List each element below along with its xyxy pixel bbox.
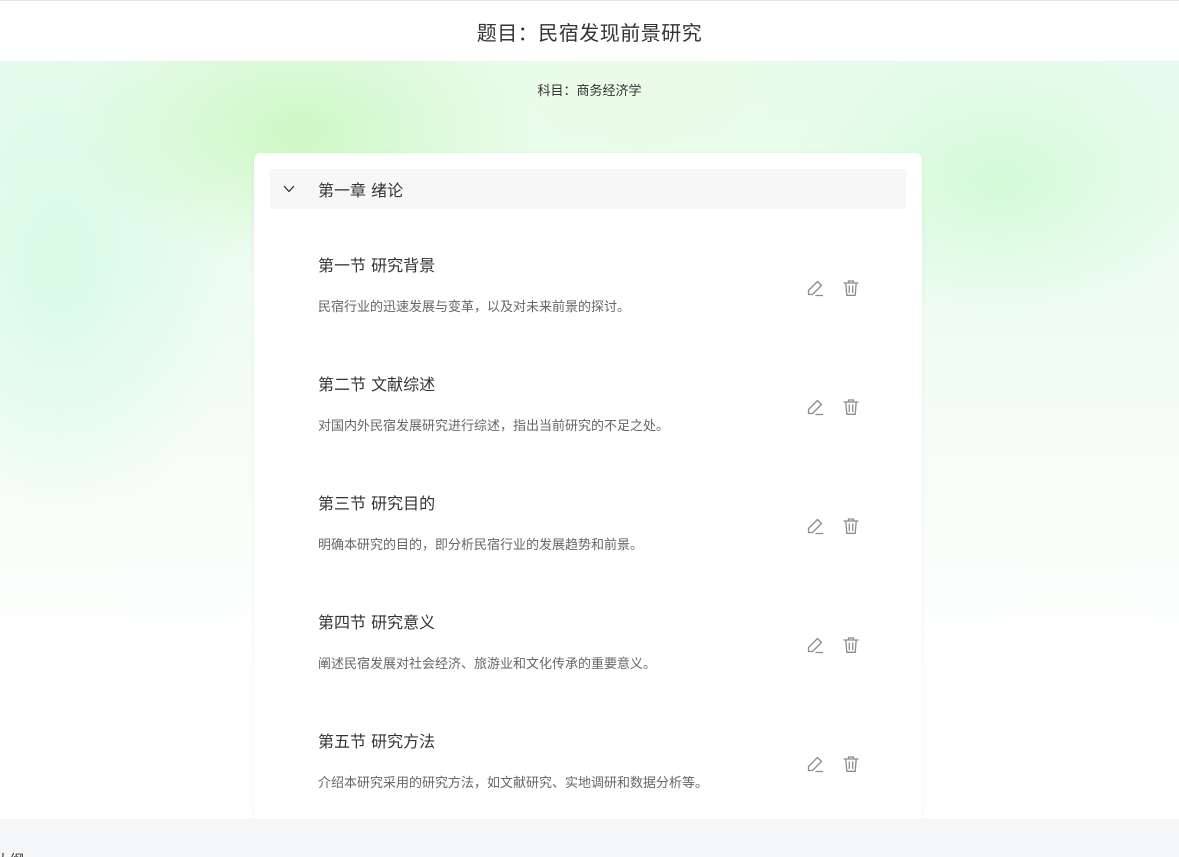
trash-icon[interactable] [840, 396, 862, 418]
chapter-title: 第一章 绪论 [318, 181, 404, 200]
section-title: 第二节 文献综述 [318, 375, 436, 394]
trash-icon[interactable] [840, 753, 862, 775]
bottom-bar: 大纲 [0, 819, 1179, 857]
pencil-icon[interactable] [804, 277, 826, 299]
chevron-down-icon[interactable] [282, 181, 296, 195]
section-title: 第一节 研究背景 [318, 256, 436, 275]
section-description: 明确本研究的目的，即分析民宿行业的发展趋势和前景。 [318, 538, 644, 553]
outline-label: 大纲 [0, 850, 24, 857]
pencil-icon[interactable] [804, 515, 826, 537]
main-area: 科目：商务经济学 第一章 绪论 第一节 研究背景 民宿行业的迅速发展与变革，以及… [0, 61, 1179, 819]
section-item: 第五节 研究方法 介绍本研究采用的研究方法，如文献研究、实地调研和数据分析等。 [318, 728, 878, 819]
section-item: 第三节 研究目的 明确本研究的目的，即分析民宿行业的发展趋势和前景。 [318, 490, 878, 609]
section-description: 民宿行业的迅速发展与变革，以及对未来前景的探讨。 [318, 300, 631, 315]
section-description: 对国内外民宿发展研究进行综述，指出当前研究的不足之处。 [318, 419, 670, 434]
trash-icon[interactable] [840, 634, 862, 656]
subject-label: 科目：商务经济学 [537, 84, 642, 99]
section-title: 第四节 研究意义 [318, 613, 436, 632]
chapter-header[interactable]: 第一章 绪论 [270, 169, 906, 209]
section-title: 第三节 研究目的 [318, 494, 436, 513]
trash-icon[interactable] [840, 515, 862, 537]
pencil-icon[interactable] [804, 634, 826, 656]
section-item: 第二节 文献综述 对国内外民宿发展研究进行综述，指出当前研究的不足之处。 [318, 371, 878, 490]
page-title: 题目：民宿发现前景研究 [476, 20, 703, 45]
section-description: 介绍本研究采用的研究方法，如文献研究、实地调研和数据分析等。 [318, 776, 709, 791]
trash-icon[interactable] [840, 277, 862, 299]
section-description: 阐述民宿发展对社会经济、旅游业和文化传承的重要意义。 [318, 657, 657, 672]
pencil-icon[interactable] [804, 753, 826, 775]
page-header: 题目：民宿发现前景研究 [0, 1, 1179, 61]
outline-card: 第一章 绪论 第一节 研究背景 民宿行业的迅速发展与变革，以及对未来前景的探讨。… [254, 153, 922, 819]
section-item: 第一节 研究背景 民宿行业的迅速发展与变革，以及对未来前景的探讨。 [318, 252, 878, 371]
section-item: 第四节 研究意义 阐述民宿发展对社会经济、旅游业和文化传承的重要意义。 [318, 609, 878, 728]
section-title: 第五节 研究方法 [318, 732, 436, 751]
pencil-icon[interactable] [804, 396, 826, 418]
